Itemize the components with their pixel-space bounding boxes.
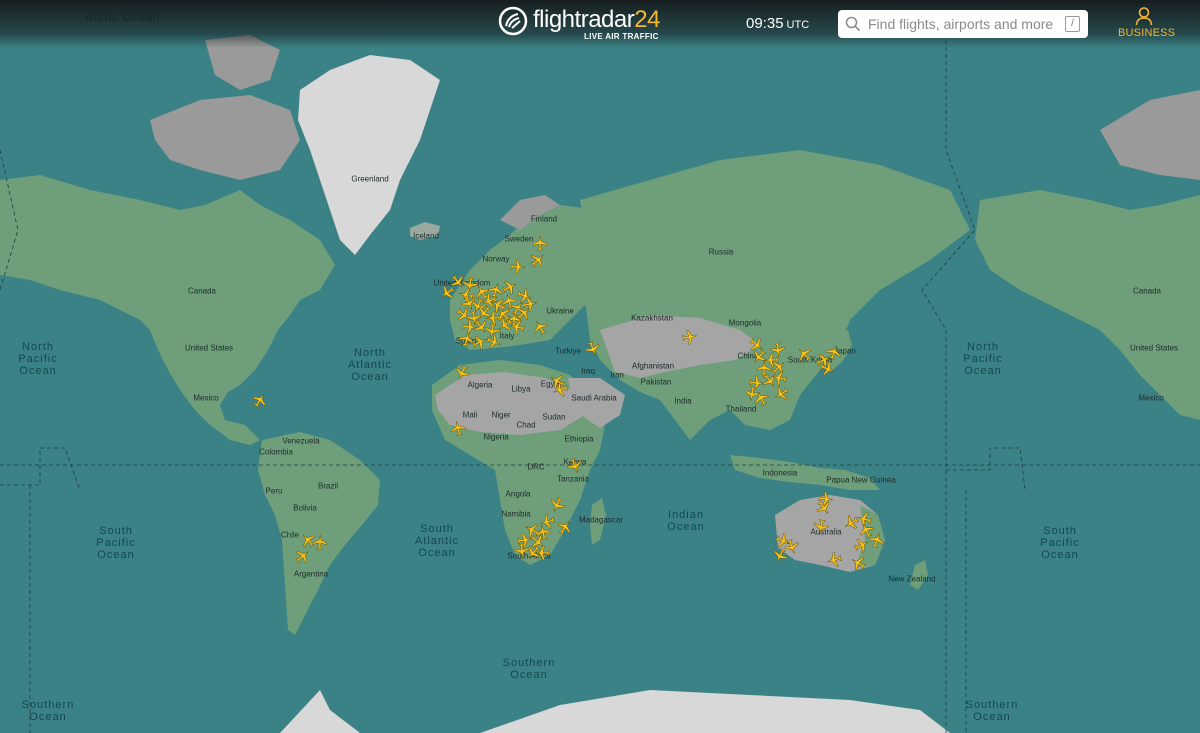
airplane-icon[interactable] — [771, 370, 788, 386]
airplane-icon[interactable] — [567, 457, 583, 474]
airplane-icon[interactable] — [510, 259, 526, 275]
user-icon — [1135, 7, 1153, 26]
logo-wordmark: flightradar24 — [533, 6, 660, 34]
search-box[interactable]: / — [838, 10, 1088, 38]
airplane-icon[interactable] — [532, 319, 548, 335]
map-viewport[interactable]: Greenland Iceland Finland Sweden Norway Russi… — [0, 0, 1200, 733]
airplane-icon[interactable] — [532, 235, 548, 251]
logo-main: flightradar — [533, 6, 635, 33]
airplane-icon[interactable] — [585, 340, 601, 357]
airplane-icon[interactable] — [682, 329, 698, 345]
search-input[interactable] — [868, 14, 1058, 34]
logo-radar-icon — [498, 6, 528, 36]
airplane-icon[interactable] — [450, 420, 466, 437]
airplane-icon[interactable] — [439, 285, 455, 301]
utc-clock: 09:35 UTC — [746, 15, 809, 32]
airplane-icon[interactable] — [772, 547, 788, 564]
airplane-icon[interactable] — [816, 500, 832, 516]
airplane-icon[interactable] — [819, 361, 836, 377]
airplane-icon[interactable] — [485, 334, 502, 350]
airplane-icon[interactable] — [252, 392, 268, 408]
airplane-icon[interactable] — [312, 534, 328, 550]
world-map[interactable] — [0, 0, 1200, 733]
airplane-icon[interactable] — [549, 373, 566, 389]
airplane-icon[interactable] — [753, 390, 769, 407]
logo-tagline: LIVE AIR TRAFFIC — [584, 32, 659, 41]
airplane-icon[interactable] — [813, 518, 829, 535]
airplane-icon[interactable] — [454, 364, 470, 381]
airplane-icon[interactable] — [509, 319, 526, 335]
clock-time: 09:35 — [746, 15, 784, 32]
search-icon — [845, 16, 861, 32]
airplane-icon[interactable] — [557, 519, 573, 535]
airplane-icon[interactable] — [850, 555, 866, 571]
logo-number: 24 — [634, 6, 660, 33]
airplane-icon[interactable] — [853, 537, 870, 553]
airplane-icon[interactable] — [534, 545, 550, 561]
airplane-icon[interactable] — [826, 552, 843, 568]
airplane-icon[interactable] — [796, 346, 812, 362]
clock-timezone: UTC — [786, 19, 810, 31]
airplane-icon[interactable] — [549, 496, 565, 513]
airplane-icon[interactable] — [530, 252, 546, 268]
top-bar: flightradar24 LIVE AIR TRAFFIC 09:35 UTC … — [0, 0, 1200, 48]
logo[interactable]: flightradar24 LIVE AIR TRAFFIC — [498, 6, 660, 42]
business-button[interactable]: BUSINESS — [1118, 6, 1176, 39]
airplane-icon[interactable] — [295, 548, 311, 564]
business-label: BUSINESS — [1118, 27, 1176, 39]
search-shortcut-key: / — [1065, 16, 1080, 32]
airplane-icon[interactable] — [773, 386, 789, 402]
